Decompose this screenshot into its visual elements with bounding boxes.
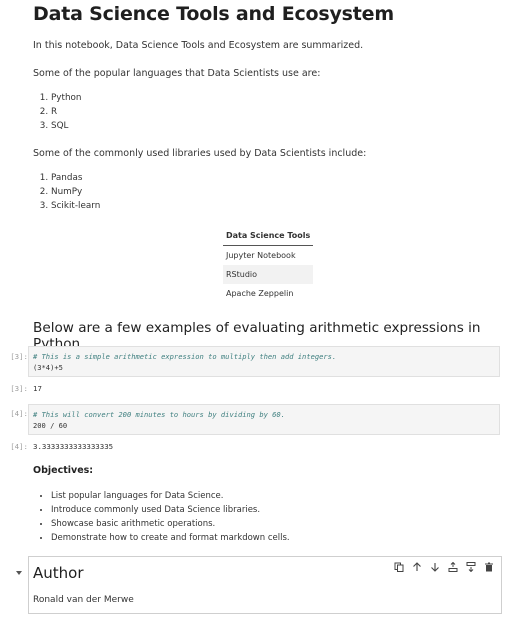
tools-table: Data Science Tools Jupyter Notebook RStu… (223, 228, 314, 303)
code-comment: # This is a simple arithmetic expression… (33, 352, 337, 361)
list-item: Introduce commonly used Data Science lib… (51, 503, 290, 517)
libraries-heading: Some of the commonly used libraries used… (33, 148, 367, 159)
output-prompt: [3]: (10, 384, 28, 393)
objectives-heading: Objectives: (33, 465, 94, 476)
input-prompt: [4]: (10, 409, 28, 418)
table-row: Apache Zeppelin (223, 284, 313, 303)
list-item: NumPy (51, 185, 100, 199)
list-item: Scikit-learn (51, 199, 100, 213)
table-cell: Jupyter Notebook (226, 251, 296, 260)
code-cell-editor[interactable]: # This will convert 200 minutes to hours… (28, 404, 500, 435)
collapse-chevron-icon[interactable] (15, 569, 23, 579)
list-item: Python (51, 91, 82, 105)
delete-icon[interactable] (482, 561, 496, 573)
list-item: R (51, 105, 82, 119)
languages-heading: Some of the popular languages that Data … (33, 68, 321, 79)
table-header: Data Science Tools (223, 228, 314, 246)
author-heading: Author (33, 564, 84, 582)
author-name: Ronald van der Merwe (33, 595, 134, 605)
notebook-title: Data Science Tools and Ecosystem (33, 3, 394, 25)
cell-output: 3.3333333333333335 (33, 442, 114, 451)
list-item: List popular languages for Data Science. (51, 489, 290, 503)
table-row: Jupyter Notebook (223, 246, 313, 266)
move-up-icon[interactable] (410, 561, 424, 573)
table-cell: Apache Zeppelin (226, 289, 294, 298)
objectives-list: List popular languages for Data Science.… (40, 489, 290, 545)
table-row: RStudio (223, 265, 314, 284)
code-cell-editor[interactable]: # This is a simple arithmetic expression… (28, 346, 500, 377)
cell-toolbar (392, 561, 496, 573)
intro-text: In this notebook, Data Science Tools and… (33, 40, 364, 51)
duplicate-icon[interactable] (392, 561, 406, 573)
table-cell: RStudio (223, 265, 314, 284)
libraries-list: Pandas NumPy Scikit-learn (40, 171, 100, 213)
list-item: Pandas (51, 171, 100, 185)
cell-output: 17 (33, 384, 42, 393)
input-prompt: [3]: (10, 352, 28, 361)
list-item: Showcase basic arithmetic operations. (51, 517, 290, 531)
move-down-icon[interactable] (428, 561, 442, 573)
insert-above-icon[interactable] (446, 561, 460, 573)
code-comment: # This will convert 200 minutes to hours… (33, 410, 285, 419)
code-line: 200 / 60 (33, 421, 68, 430)
code-line: (3*4)+5 (33, 363, 63, 372)
languages-list: Python R SQL (40, 91, 82, 133)
list-item: Demonstrate how to create and format mar… (51, 531, 290, 545)
insert-below-icon[interactable] (464, 561, 478, 573)
list-item: SQL (51, 119, 82, 133)
output-prompt: [4]: (10, 442, 28, 451)
